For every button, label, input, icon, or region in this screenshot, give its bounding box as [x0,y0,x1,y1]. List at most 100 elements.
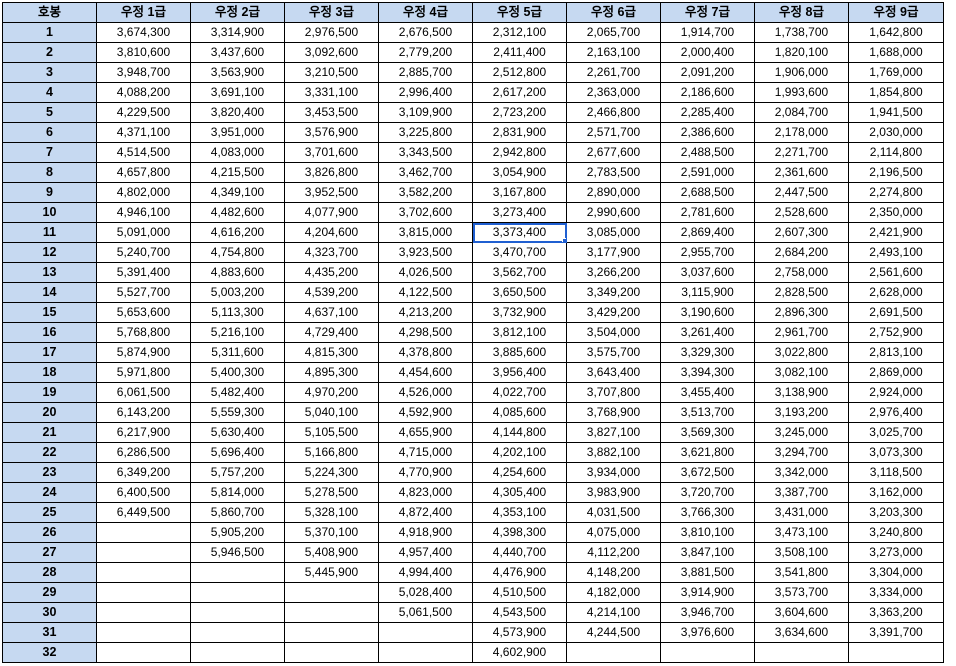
step-cell[interactable]: 15 [2,302,97,323]
salary-cell[interactable]: 2,828,500 [754,282,849,303]
salary-cell[interactable]: 2,361,600 [754,162,849,183]
salary-cell[interactable]: 4,353,100 [472,502,567,523]
salary-cell[interactable]: 2,758,000 [754,262,849,283]
step-cell[interactable]: 27 [2,542,97,563]
step-cell[interactable]: 7 [2,142,97,163]
salary-cell[interactable]: 3,815,000 [378,222,473,243]
salary-cell[interactable]: 2,512,800 [472,62,567,83]
salary-cell[interactable]: 3,820,400 [190,102,285,123]
salary-cell[interactable]: 1,941,500 [848,102,944,123]
salary-cell[interactable]: 3,956,400 [472,362,567,383]
salary-cell[interactable]: 1,688,000 [848,42,944,63]
salary-cell[interactable]: 2,607,300 [754,222,849,243]
salary-cell[interactable]: 6,349,200 [96,462,191,483]
salary-cell[interactable]: 4,204,600 [284,222,379,243]
salary-cell[interactable] [190,642,285,663]
salary-cell[interactable]: 5,946,500 [190,542,285,563]
salary-cell[interactable]: 2,688,500 [660,182,755,203]
salary-cell[interactable]: 3,766,300 [660,502,755,523]
salary-cell[interactable]: 3,504,000 [566,322,661,343]
salary-cell[interactable]: 1,993,600 [754,82,849,103]
salary-cell[interactable]: 3,575,700 [566,342,661,363]
step-cell[interactable]: 30 [2,602,97,623]
salary-cell[interactable] [190,562,285,583]
step-cell[interactable]: 31 [2,622,97,643]
salary-cell[interactable]: 4,323,700 [284,242,379,263]
salary-cell[interactable]: 2,386,600 [660,122,755,143]
salary-cell[interactable]: 4,435,200 [284,262,379,283]
salary-cell[interactable]: 3,245,000 [754,422,849,443]
salary-cell[interactable]: 2,312,100 [472,22,567,43]
salary-cell[interactable]: 4,543,500 [472,602,567,623]
salary-cell[interactable]: 1,738,700 [754,22,849,43]
salary-cell[interactable]: 2,065,700 [566,22,661,43]
header-cell-grade[interactable]: 우정 1급 [96,2,191,23]
salary-cell[interactable]: 5,757,200 [190,462,285,483]
salary-cell[interactable]: 5,311,600 [190,342,285,363]
salary-cell[interactable]: 4,144,800 [472,422,567,443]
salary-cell[interactable]: 3,810,100 [660,522,755,543]
salary-cell[interactable]: 4,970,200 [284,382,379,403]
salary-cell[interactable]: 1,642,800 [848,22,944,43]
salary-cell[interactable]: 3,054,900 [472,162,567,183]
salary-cell[interactable]: 2,271,700 [754,142,849,163]
salary-cell[interactable]: 3,810,600 [96,42,191,63]
header-cell-grade[interactable]: 우정 2급 [190,2,285,23]
salary-cell[interactable]: 4,994,400 [378,562,473,583]
salary-cell[interactable]: 3,037,600 [660,262,755,283]
salary-cell[interactable]: 3,261,400 [660,322,755,343]
salary-cell[interactable]: 3,563,900 [190,62,285,83]
salary-cell[interactable]: 3,455,400 [660,382,755,403]
salary-cell[interactable]: 4,229,500 [96,102,191,123]
salary-cell[interactable]: 2,261,700 [566,62,661,83]
salary-cell[interactable]: 3,342,000 [754,462,849,483]
salary-cell[interactable] [96,542,191,563]
salary-cell[interactable]: 3,210,500 [284,62,379,83]
salary-cell[interactable]: 4,112,200 [566,542,661,563]
salary-cell[interactable]: 4,440,700 [472,542,567,563]
header-cell-grade[interactable]: 우정 3급 [284,2,379,23]
salary-cell[interactable]: 2,466,800 [566,102,661,123]
salary-cell[interactable]: 2,752,900 [848,322,944,343]
salary-cell[interactable]: 3,273,000 [848,542,944,563]
salary-cell[interactable]: 5,874,900 [96,342,191,363]
salary-cell[interactable]: 4,802,000 [96,182,191,203]
salary-cell[interactable]: 3,190,600 [660,302,755,323]
salary-cell[interactable]: 3,193,200 [754,402,849,423]
salary-cell[interactable]: 2,924,000 [848,382,944,403]
salary-cell[interactable]: 2,617,200 [472,82,567,103]
salary-cell[interactable]: 3,847,100 [660,542,755,563]
salary-cell[interactable]: 3,951,000 [190,122,285,143]
salary-cell[interactable]: 5,391,400 [96,262,191,283]
salary-cell[interactable]: 3,082,100 [754,362,849,383]
salary-cell[interactable]: 5,527,700 [96,282,191,303]
salary-cell[interactable]: 2,691,500 [848,302,944,323]
salary-cell[interactable]: 4,298,500 [378,322,473,343]
salary-cell[interactable]: 3,387,700 [754,482,849,503]
salary-cell[interactable]: 6,143,200 [96,402,191,423]
salary-cell[interactable]: 3,240,800 [848,522,944,543]
salary-cell[interactable]: 3,707,800 [566,382,661,403]
salary-cell[interactable]: 2,350,000 [848,202,944,223]
salary-cell[interactable]: 3,162,000 [848,482,944,503]
salary-cell[interactable]: 2,996,400 [378,82,473,103]
salary-cell[interactable]: 3,582,200 [378,182,473,203]
salary-cell[interactable]: 3,952,500 [284,182,379,203]
salary-cell[interactable] [284,582,379,603]
salary-cell[interactable]: 4,254,600 [472,462,567,483]
salary-cell[interactable]: 5,278,500 [284,482,379,503]
salary-cell[interactable]: 3,643,400 [566,362,661,383]
salary-cell[interactable]: 4,657,800 [96,162,191,183]
salary-cell[interactable]: 3,948,700 [96,62,191,83]
salary-cell[interactable]: 5,224,300 [284,462,379,483]
salary-cell[interactable]: 2,493,100 [848,242,944,263]
step-cell[interactable]: 13 [2,262,97,283]
salary-cell[interactable]: 4,077,900 [284,202,379,223]
salary-cell[interactable]: 3,983,900 [566,482,661,503]
salary-cell[interactable]: 3,827,100 [566,422,661,443]
salary-cell[interactable]: 3,462,700 [378,162,473,183]
salary-cell[interactable]: 3,672,500 [660,462,755,483]
salary-cell[interactable]: 4,378,800 [378,342,473,363]
salary-cell[interactable]: 1,820,100 [754,42,849,63]
salary-cell[interactable]: 2,813,100 [848,342,944,363]
